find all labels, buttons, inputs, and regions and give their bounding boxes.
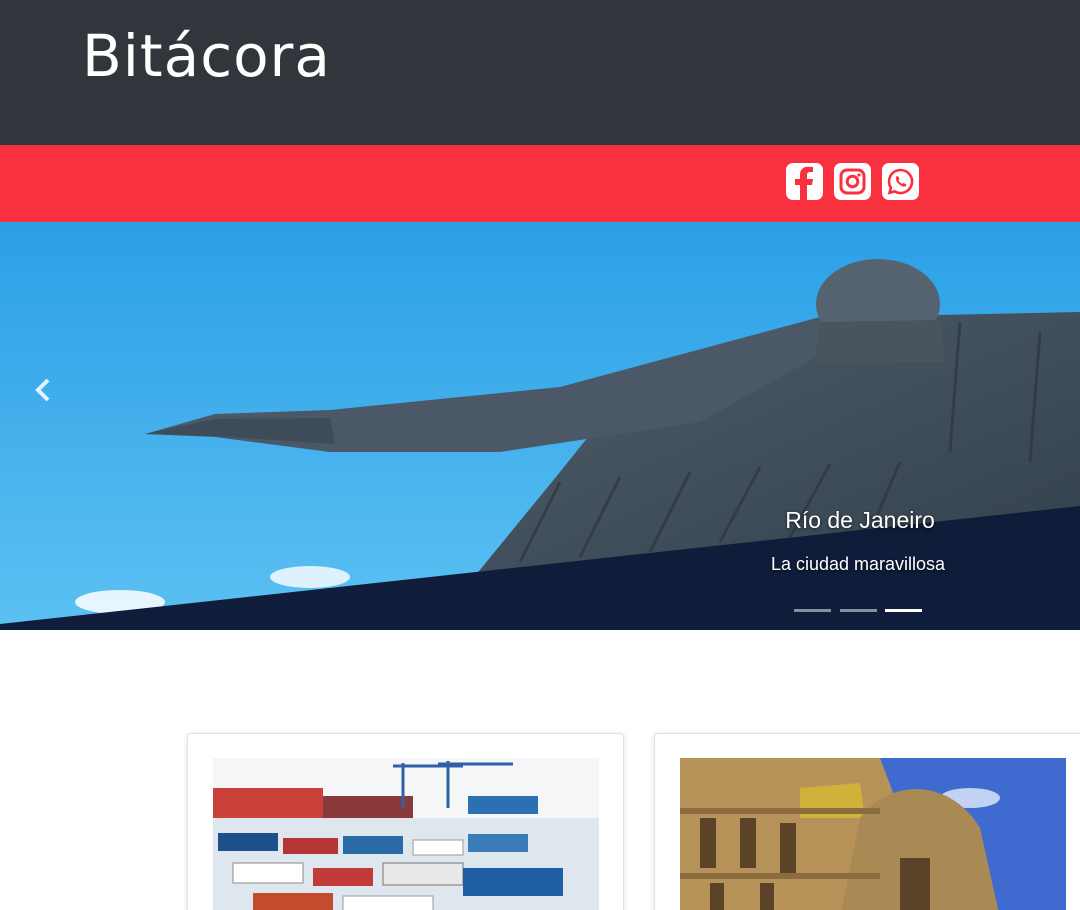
carousel-caption-title: Río de Janeiro <box>785 507 935 533</box>
destination-card[interactable] <box>187 733 624 910</box>
palace-facade-photo <box>680 758 1066 910</box>
carousel-prev-icon[interactable] <box>30 372 58 408</box>
carousel-indicator-2[interactable] <box>840 609 877 612</box>
carousel-indicator-3-active[interactable] <box>885 609 922 612</box>
whatsapp-icon[interactable] <box>882 163 919 200</box>
site-brand[interactable]: Bitácora <box>82 22 331 90</box>
carousel-indicator-1[interactable] <box>794 609 831 612</box>
harbor-boats-photo <box>213 758 599 910</box>
carousel-caption-text: La ciudad maravillosa <box>770 554 946 574</box>
site-header: Bitácora <box>0 0 1080 145</box>
destination-card[interactable] <box>654 733 1080 910</box>
instagram-icon[interactable] <box>834 163 871 200</box>
facebook-icon[interactable] <box>786 163 823 200</box>
